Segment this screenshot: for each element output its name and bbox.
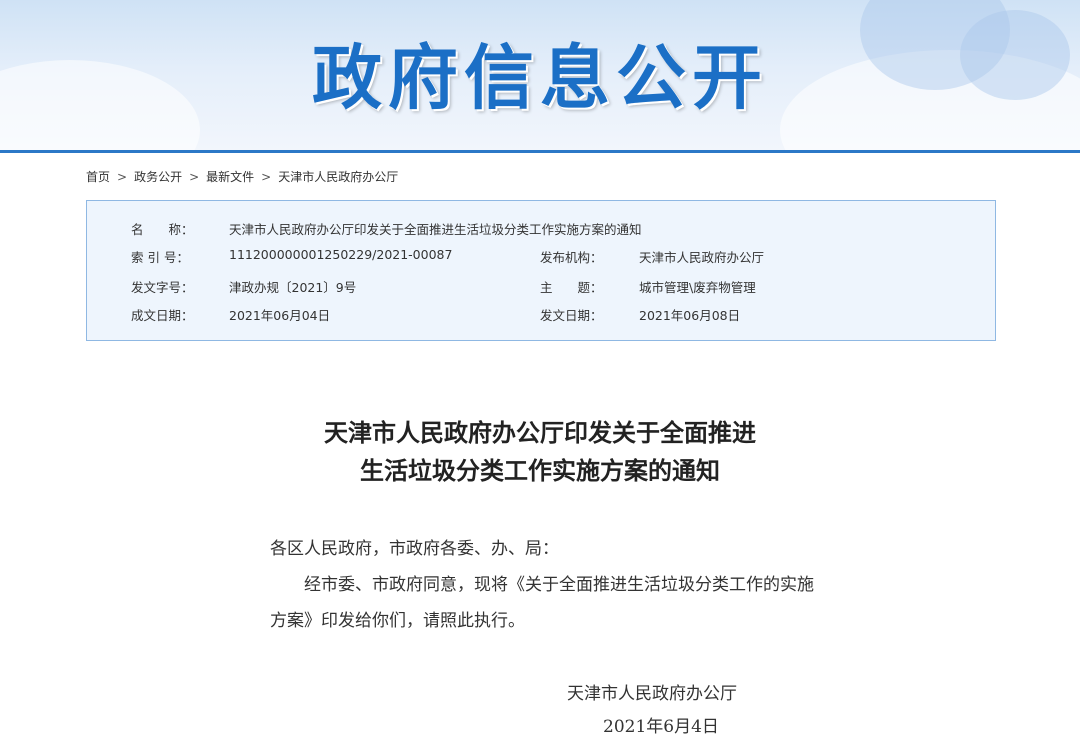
document-salutation: 各区人民政府，市政府各委、办、局：	[270, 539, 559, 559]
info-label-pub-date: 发文日期：	[540, 308, 603, 323]
breadcrumb-home-link[interactable]: 首页	[86, 170, 110, 184]
document-title: 天津市人民政府办公厅印发关于全面推进 生活垃圾分类工作实施方案的通知	[0, 414, 1080, 490]
document-info-box: 名 称： 天津市人民政府办公厅印发关于全面推进生活垃圾分类工作实施方案的通知 索…	[86, 200, 996, 341]
document-body: 各区人民政府，市政府各委、办、局： 经市委、市政府同意，现将《关于全面推进生活垃…	[270, 531, 815, 639]
info-label-docno: 发文字号：	[131, 280, 194, 295]
info-label-made-date: 成文日期：	[131, 308, 194, 323]
info-value-made-date: 2021年06月04日	[229, 308, 331, 323]
document-paragraph: 经市委、市政府同意，现将《关于全面推进生活垃圾分类工作的实施方案》印发给你们，请…	[270, 575, 814, 631]
info-row-name: 名 称： 天津市人民政府办公厅印发关于全面推进生活垃圾分类工作实施方案的通知	[87, 219, 995, 239]
banner-title: 政府信息公开	[312, 37, 768, 119]
info-value-index: 111200000001250229/2021-00087	[229, 247, 453, 262]
info-label-topic: 主 题：	[540, 280, 603, 295]
breadcrumb: 首页 > 政务公开 > 最新文件 > 天津市人民政府办公厅	[86, 168, 398, 185]
info-row-index: 索 引 号： 111200000001250229/2021-00087 发布机…	[87, 247, 995, 267]
info-value-pub-date: 2021年06月08日	[639, 308, 741, 323]
breadcrumb-office-link[interactable]: 天津市人民政府办公厅	[278, 170, 398, 184]
info-row-docno: 发文字号： 津政办规〔2021〕9号 主 题： 城市管理\废弃物管理	[87, 277, 995, 297]
document-title-line1: 天津市人民政府办公厅印发关于全面推进	[324, 419, 756, 447]
document-signature: 天津市人民政府办公厅	[567, 684, 737, 704]
info-value-name: 天津市人民政府办公厅印发关于全面推进生活垃圾分类工作实施方案的通知	[229, 222, 642, 237]
info-label-index: 索 引 号：	[131, 250, 189, 265]
info-value-issuer: 天津市人民政府办公厅	[639, 250, 765, 265]
document-date: 2021年6月4日	[603, 717, 719, 737]
banner-divider	[0, 150, 1080, 153]
info-row-dates: 成文日期： 2021年06月04日 发文日期： 2021年06月08日	[87, 305, 995, 325]
breadcrumb-latest-docs-link[interactable]: 最新文件	[206, 170, 254, 184]
header-banner: 政府信息公开	[0, 0, 1080, 152]
info-value-docno: 津政办规〔2021〕9号	[229, 280, 357, 295]
info-value-topic: 城市管理\废弃物管理	[639, 280, 756, 295]
info-label-issuer: 发布机构：	[540, 250, 603, 265]
breadcrumb-separator: >	[117, 170, 128, 184]
breadcrumb-separator: >	[261, 170, 272, 184]
document-title-line2: 生活垃圾分类工作实施方案的通知	[360, 457, 720, 485]
info-label-name: 名 称：	[131, 222, 194, 237]
breadcrumb-separator: >	[189, 170, 200, 184]
breadcrumb-gov-affairs-link[interactable]: 政务公开	[134, 170, 182, 184]
